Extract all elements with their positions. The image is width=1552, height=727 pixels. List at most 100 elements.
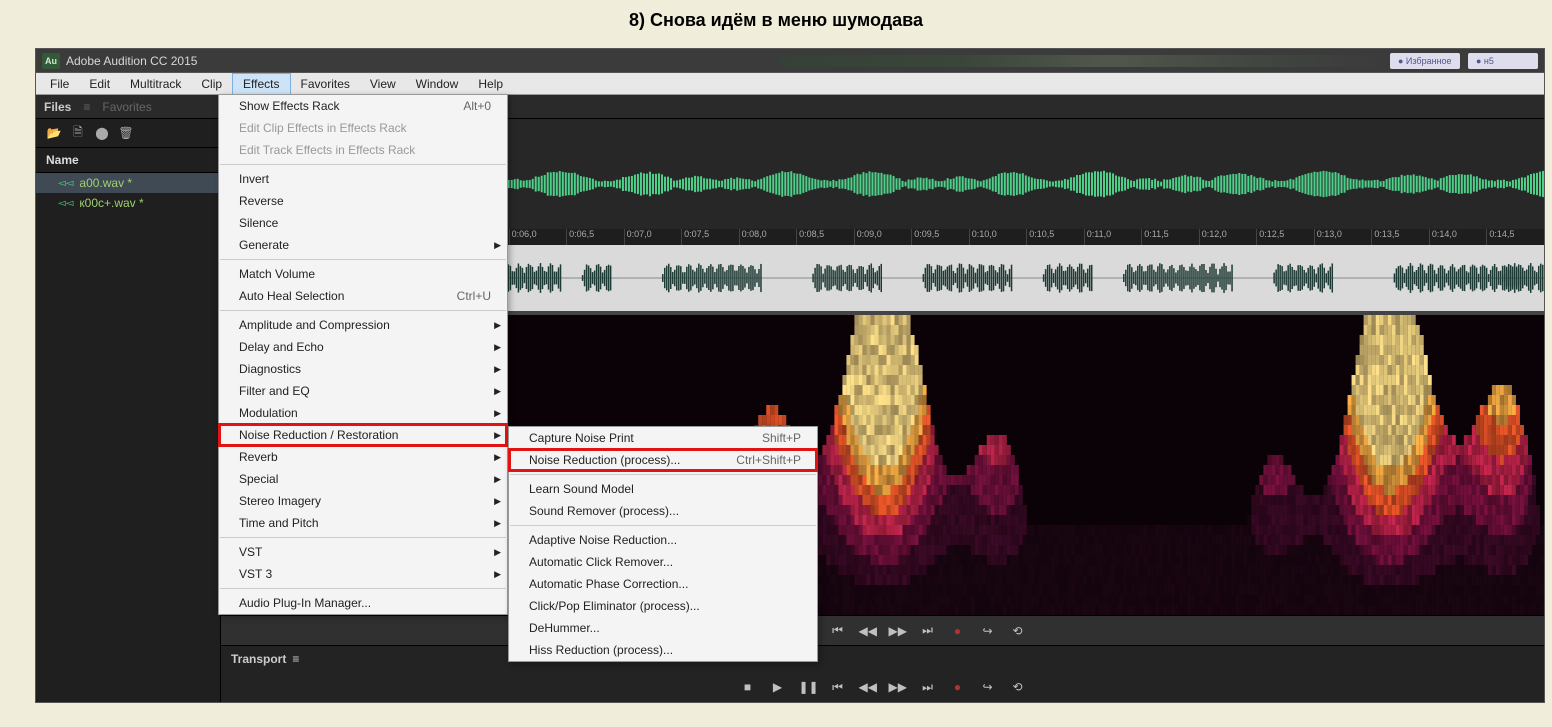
- menu-item-label: Time and Pitch: [239, 516, 319, 530]
- menu-window[interactable]: Window: [406, 74, 469, 94]
- sidebar-tabs: Files ≡ Favorites: [36, 95, 220, 119]
- menu-item-label: Edit Track Effects in Effects Rack: [239, 143, 415, 157]
- menu-item[interactable]: Show Effects Rack Alt+0: [219, 95, 507, 117]
- timeline-tick: 0:14,0: [1429, 229, 1487, 245]
- menu-item[interactable]: Noise Reduction (process)...Ctrl+Shift+P: [509, 449, 817, 471]
- browser-tab[interactable]: ● н5: [1468, 53, 1538, 69]
- menu-item[interactable]: VST 3▶: [219, 563, 507, 585]
- menu-item-label: Amplitude and Compression: [239, 318, 390, 332]
- app-logo-icon: Au: [42, 53, 60, 69]
- chevron-right-icon: ▶: [494, 569, 501, 580]
- menu-item[interactable]: Special▶: [219, 468, 507, 490]
- transport-panel-header[interactable]: Transport≡: [221, 646, 1544, 672]
- timeline-tick: 0:09,0: [854, 229, 912, 245]
- tab-files[interactable]: Files: [44, 100, 71, 114]
- menu-item[interactable]: Time and Pitch▶: [219, 512, 507, 534]
- menu-item[interactable]: Sound Remover (process)...: [509, 500, 817, 522]
- menu-item-label: Reverb: [239, 450, 278, 464]
- menu-item-label: Adaptive Noise Reduction...: [529, 533, 677, 547]
- menu-help[interactable]: Help: [468, 74, 513, 94]
- menu-item[interactable]: Modulation▶: [219, 402, 507, 424]
- rewind-start-button[interactable]: ⟲: [1009, 624, 1027, 638]
- menu-item[interactable]: Silence: [219, 212, 507, 234]
- menu-item-label: Show Effects Rack: [239, 99, 340, 113]
- transport-controls: ■▶❚❚⏮◀◀▶▶⏭●↪⟲: [221, 615, 1544, 645]
- files-sidebar: Files ≡ Favorites 📂 🗎 ⬤ 🗑 Name ◅◅a00.wav…: [36, 95, 221, 702]
- menu-item[interactable]: Reverse: [219, 190, 507, 212]
- menu-item-label: Edit Clip Effects in Effects Rack: [239, 121, 407, 135]
- tab-menu-icon[interactable]: ≡: [83, 100, 90, 114]
- menu-favorites[interactable]: Favorites: [291, 74, 360, 94]
- menu-item: Edit Clip Effects in Effects Rack: [219, 117, 507, 139]
- menu-item[interactable]: DeHummer...: [509, 617, 817, 639]
- forward-button[interactable]: ▶▶: [889, 624, 907, 638]
- timeline-tick: 0:12,0: [1199, 229, 1257, 245]
- rewind-button[interactable]: ◀◀: [859, 680, 877, 694]
- rewind-start-button[interactable]: ⟲: [1009, 680, 1027, 694]
- shortcut: Shift+P: [762, 431, 801, 445]
- titlebar: Au Adobe Audition CC 2015 ● Избранное ● …: [36, 49, 1544, 73]
- menu-effects[interactable]: Effects: [232, 73, 290, 95]
- menu-clip[interactable]: Clip: [191, 74, 232, 94]
- menu-item[interactable]: Auto Heal SelectionCtrl+U: [219, 285, 507, 307]
- skip-back-button[interactable]: ⏮: [829, 680, 847, 695]
- menu-item-label: Diagnostics: [239, 362, 301, 376]
- menu-item[interactable]: Capture Noise PrintShift+P: [509, 427, 817, 449]
- menu-multitrack[interactable]: Multitrack: [120, 74, 191, 94]
- menu-item[interactable]: Amplitude and Compression ▶: [219, 314, 507, 336]
- loop-button[interactable]: ↪: [979, 680, 997, 694]
- file-item[interactable]: ◅◅к00c+.wav *: [36, 193, 220, 213]
- pause-button[interactable]: ❚❚: [799, 680, 817, 694]
- menu-item[interactable]: Noise Reduction / Restoration▶: [219, 424, 507, 446]
- shortcut: Ctrl+Shift+P: [736, 453, 801, 467]
- stop-button[interactable]: ■: [739, 680, 757, 694]
- forward-button[interactable]: ▶▶: [889, 680, 907, 694]
- menu-item[interactable]: Stereo Imagery▶: [219, 490, 507, 512]
- chevron-right-icon: ▶: [494, 320, 501, 331]
- delete-icon[interactable]: 🗑: [118, 125, 134, 141]
- menu-item[interactable]: Audio Plug-In Manager...: [219, 592, 507, 614]
- skip-fwd-button[interactable]: ⏭: [919, 680, 937, 695]
- timeline-tick: 0:13,5: [1371, 229, 1429, 245]
- tab-favorites[interactable]: Favorites: [102, 100, 151, 114]
- menu-item[interactable]: Automatic Phase Correction...: [509, 573, 817, 595]
- menu-view[interactable]: View: [360, 74, 406, 94]
- menu-item[interactable]: VST▶: [219, 541, 507, 563]
- browser-tab[interactable]: ● Избранное: [1390, 53, 1460, 69]
- file-item[interactable]: ◅◅a00.wav *: [36, 173, 220, 193]
- chevron-right-icon: ▶: [494, 364, 501, 375]
- menu-item[interactable]: Diagnostics ▶: [219, 358, 507, 380]
- folder-open-icon[interactable]: 📂: [46, 125, 62, 141]
- timeline-tick: 0:12,5: [1256, 229, 1314, 245]
- play-button[interactable]: ▶: [769, 680, 787, 694]
- loop-button[interactable]: ↪: [979, 624, 997, 638]
- record-button[interactable]: ●: [949, 624, 967, 638]
- transport-panel: Transport≡ ■ ▶ ❚❚ ⏮ ◀◀ ▶▶ ⏭ ● ↪ ⟲: [221, 645, 1544, 702]
- record-button[interactable]: ●: [949, 680, 967, 694]
- menu-item-label: Noise Reduction / Restoration: [239, 428, 398, 442]
- menu-item[interactable]: Generate▶: [219, 234, 507, 256]
- skip-fwd-button[interactable]: ⏭: [919, 623, 937, 638]
- menu-edit[interactable]: Edit: [79, 74, 120, 94]
- rewind-button[interactable]: ◀◀: [859, 624, 877, 638]
- menu-item-label: Delay and Echo: [239, 340, 324, 354]
- new-file-icon[interactable]: 🗎: [70, 125, 86, 141]
- menu-item[interactable]: Reverb▶: [219, 446, 507, 468]
- menu-item[interactable]: Match Volume: [219, 263, 507, 285]
- shortcut: Alt+0: [463, 99, 491, 113]
- menu-item[interactable]: Adaptive Noise Reduction...: [509, 529, 817, 551]
- titlebar-decor: [780, 55, 1380, 67]
- menu-item[interactable]: Delay and Echo▶: [219, 336, 507, 358]
- menu-item-label: Invert: [239, 172, 269, 186]
- menu-item[interactable]: Automatic Click Remover...: [509, 551, 817, 573]
- menu-item[interactable]: Invert: [219, 168, 507, 190]
- skip-back-button[interactable]: ⏮: [829, 623, 847, 638]
- menu-file[interactable]: File: [40, 74, 79, 94]
- menu-item[interactable]: Hiss Reduction (process)...: [509, 639, 817, 661]
- menu-item[interactable]: Learn Sound Model: [509, 478, 817, 500]
- record-icon[interactable]: ⬤: [94, 125, 110, 141]
- menu-item[interactable]: Click/Pop Eliminator (process)...: [509, 595, 817, 617]
- column-header-name[interactable]: Name: [36, 148, 220, 173]
- menu-item[interactable]: Filter and EQ▶: [219, 380, 507, 402]
- menubar: FileEditMultitrackClipEffectsFavoritesVi…: [36, 73, 1544, 95]
